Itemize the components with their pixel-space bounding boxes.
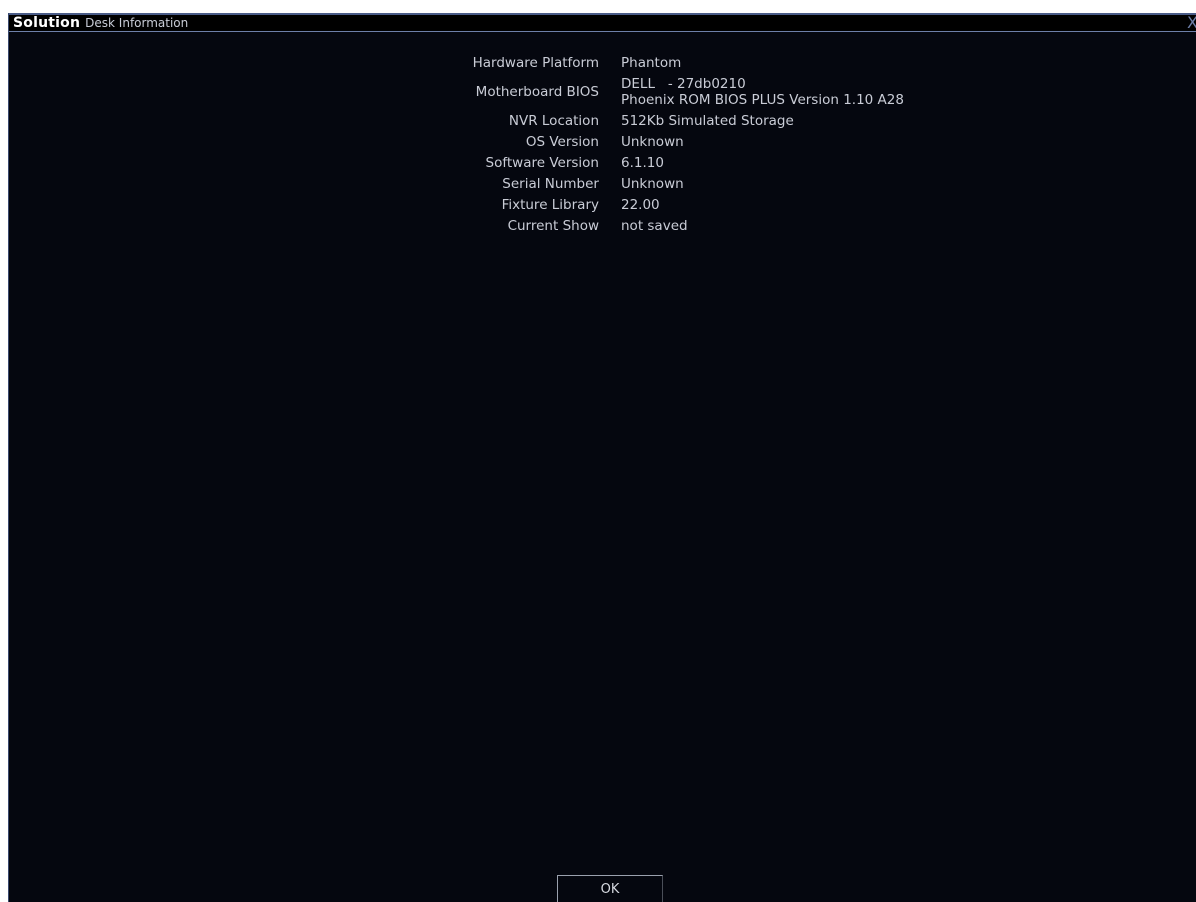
desk-info-table: Hardware Platform Phantom Motherboard BI… xyxy=(9,55,1196,239)
nvr-location-value: 512Kb Simulated Storage xyxy=(621,113,794,129)
motherboard-bios-value: DELL - 27db0210 Phoenix ROM BIOS PLUS Ve… xyxy=(621,76,904,108)
serial-number-value: Unknown xyxy=(621,176,684,192)
serial-number-label: Serial Number xyxy=(502,176,599,192)
close-icon[interactable]: X xyxy=(1187,14,1196,32)
software-version-value: 6.1.10 xyxy=(621,155,664,171)
current-show-label: Current Show xyxy=(507,218,599,234)
info-row-os-version: OS Version Unknown xyxy=(9,134,1196,150)
ok-button[interactable]: OK xyxy=(557,875,663,902)
fixture-library-label: Fixture Library xyxy=(501,197,599,213)
bios-version-line: Phoenix ROM BIOS PLUS Version 1.10 A28 xyxy=(621,92,904,108)
info-row-motherboard-bios: Motherboard BIOS DELL - 27db0210 Phoenix… xyxy=(9,76,1196,108)
os-version-label: OS Version xyxy=(525,134,599,150)
info-row-hardware-platform: Hardware Platform Phantom xyxy=(9,55,1196,71)
app-logo: Solution xyxy=(13,15,81,31)
nvr-location-label: NVR Location xyxy=(508,113,599,129)
title-bar: Solution Desk Information X xyxy=(9,13,1196,32)
info-row-software-version: Software Version 6.1.10 xyxy=(9,155,1196,171)
current-show-value: not saved xyxy=(621,218,688,234)
hardware-platform-value: Phantom xyxy=(621,55,682,71)
software-version-label: Software Version xyxy=(485,155,599,171)
os-version-value: Unknown xyxy=(621,134,684,150)
info-row-serial-number: Serial Number Unknown xyxy=(9,176,1196,192)
fixture-library-value: 22.00 xyxy=(621,197,660,213)
desk-information-window: Solution Desk Information X Hardware Pla… xyxy=(8,13,1196,902)
hardware-platform-label: Hardware Platform xyxy=(472,55,599,71)
info-row-fixture-library: Fixture Library 22.00 xyxy=(9,197,1196,213)
motherboard-bios-label: Motherboard BIOS xyxy=(475,84,599,100)
info-row-nvr-location: NVR Location 512Kb Simulated Storage xyxy=(9,113,1196,129)
window-title: Desk Information xyxy=(85,16,189,30)
info-row-current-show: Current Show not saved xyxy=(9,218,1196,234)
bios-vendor-line: DELL - 27db0210 xyxy=(621,76,746,92)
